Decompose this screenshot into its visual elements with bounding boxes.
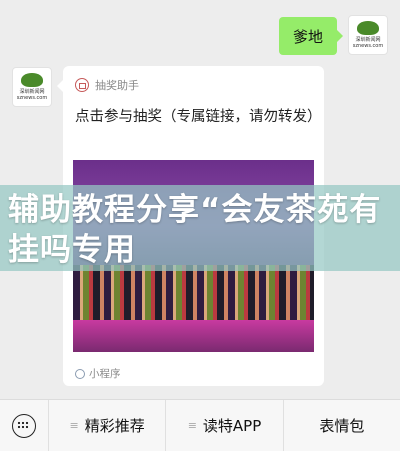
menu-lines-icon: ≡ (187, 419, 197, 432)
avatar-logo-sub: sznews.com (352, 43, 384, 49)
menu-item-featured[interactable]: ≡ 精彩推荐 (48, 400, 165, 451)
menu-item-app[interactable]: ≡ 读特APP (165, 400, 282, 451)
card-title: 点击参与抽奖（专属链接，请勿转发） (75, 109, 322, 125)
bottom-menu-bar: ≡ 精彩推荐 ≡ 读特APP 表情包 (0, 399, 400, 451)
menu-item-stickers[interactable]: 表情包 (282, 400, 400, 451)
mini-program-icon (75, 368, 85, 379)
outgoing-message-text: 爹地 (293, 27, 324, 46)
menu-item-label: 读特APP (202, 417, 262, 435)
sznews-logo-icon (21, 73, 43, 87)
mini-program-header: 抽奖助手 (75, 77, 139, 93)
mini-program-name: 抽奖助手 (95, 79, 139, 92)
menu-item-label: 表情包 (319, 417, 365, 435)
stage-floor (73, 320, 314, 352)
gift-icon (75, 78, 89, 92)
overlay-headline: 辅助教程分享“会友茶苑有挂吗专用 (8, 192, 382, 268)
mini-program-label: 小程序 (89, 368, 121, 380)
keyboard-icon (12, 413, 36, 438)
avatar-official-account[interactable]: 深圳新闻网 sznews.com (12, 67, 52, 107)
sznews-logo-icon (357, 21, 379, 35)
keyboard-toggle-button[interactable] (0, 400, 48, 451)
avatar-logo-sub: sznews.com (16, 95, 48, 101)
menu-item-label: 精彩推荐 (84, 417, 145, 435)
outgoing-message-bubble[interactable]: 爹地 (279, 17, 344, 55)
menu-lines-icon: ≡ (69, 419, 79, 432)
avatar-self[interactable]: 深圳新闻网 sznews.com (348, 15, 388, 55)
mini-program-footer: 小程序 (75, 366, 121, 381)
